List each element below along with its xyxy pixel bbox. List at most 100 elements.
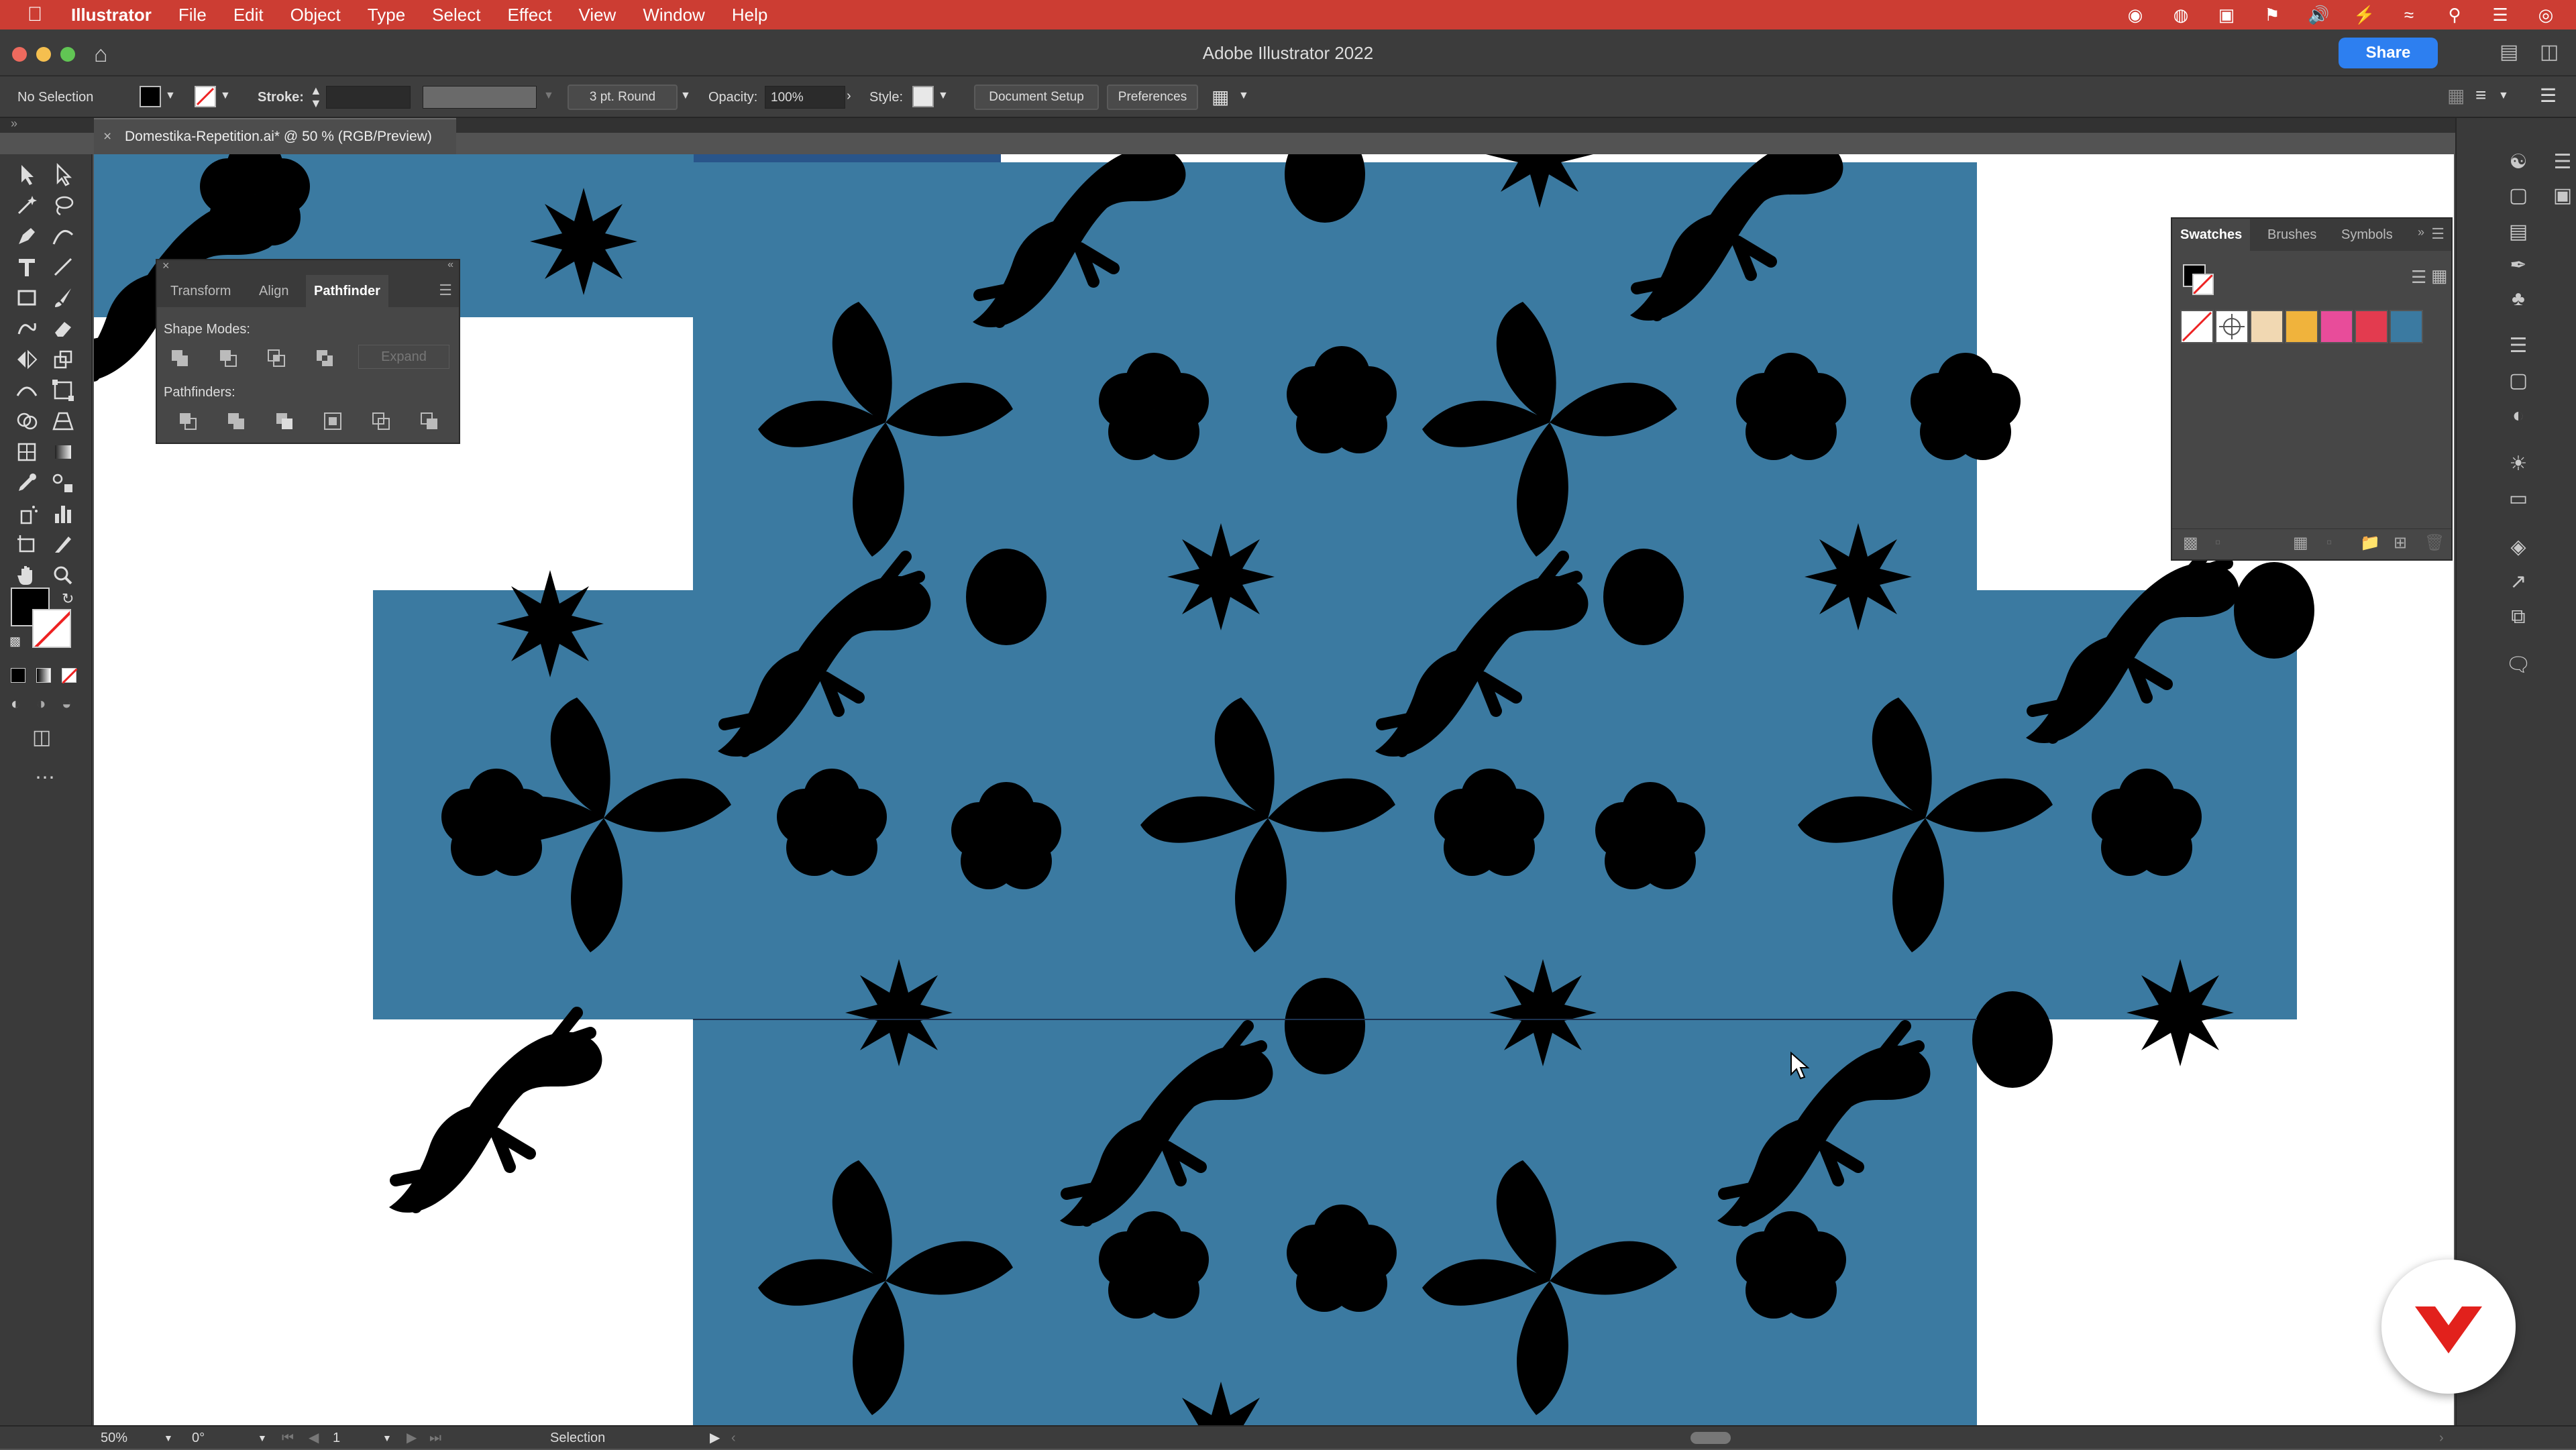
previous-artboard-icon[interactable]: ◀ bbox=[309, 1427, 319, 1450]
shaper-tool-icon[interactable] bbox=[12, 314, 42, 343]
asset-export-icon[interactable]: ⧉ bbox=[2505, 604, 2532, 630]
screen-mode-icon[interactable]: ◫ bbox=[32, 726, 51, 749]
close-document-icon[interactable]: × bbox=[103, 119, 111, 154]
input-flag-icon[interactable]: ⚑ bbox=[2262, 5, 2282, 25]
selection-tool-icon[interactable] bbox=[12, 160, 42, 189]
pathfinder-panel-header[interactable]: × « bbox=[157, 259, 459, 275]
gradient-tool-icon[interactable] bbox=[48, 437, 78, 467]
share-button[interactable]: Share bbox=[2339, 38, 2438, 68]
graphic-style-swatch[interactable] bbox=[912, 86, 934, 107]
artboard-dropdown-icon[interactable]: ▼ bbox=[382, 1427, 392, 1450]
mesh-tool-icon[interactable] bbox=[12, 437, 42, 467]
type-tool-icon[interactable] bbox=[12, 252, 42, 282]
curvature-tool-icon[interactable] bbox=[48, 221, 78, 251]
divide-icon[interactable] bbox=[177, 410, 199, 432]
stroke-dropdown-icon[interactable]: ▼ bbox=[220, 90, 231, 102]
reflect-tool-icon[interactable] bbox=[12, 345, 42, 374]
artboards-icon[interactable]: ▤ bbox=[2505, 219, 2532, 245]
slice-tool-icon[interactable] bbox=[48, 530, 78, 559]
symbol-sprayer-tool-icon[interactable] bbox=[12, 499, 42, 528]
appearance-icon[interactable]: ☀ bbox=[2505, 451, 2532, 478]
stroke-color-box[interactable] bbox=[32, 609, 71, 648]
expand-button[interactable]: Expand bbox=[358, 345, 449, 369]
trim-icon[interactable] bbox=[225, 410, 247, 432]
stroke-label[interactable]: Stroke: bbox=[258, 76, 304, 118]
collapse-panel-icon[interactable]: « bbox=[447, 259, 453, 271]
swatch-blue[interactable] bbox=[2390, 310, 2423, 343]
new-group-icon[interactable]: 📁 bbox=[2360, 533, 2380, 553]
rotation-value[interactable]: 0° bbox=[192, 1427, 205, 1450]
eyedropper-tool-icon[interactable] bbox=[12, 468, 42, 498]
grid-view-icon[interactable]: ▦ bbox=[2431, 266, 2448, 286]
swatch-none[interactable] bbox=[2180, 310, 2214, 343]
workspace-switcher-icon[interactable]: ◫ bbox=[2540, 40, 2559, 64]
swatch-yellow[interactable] bbox=[2285, 310, 2318, 343]
links-icon[interactable]: ▣ bbox=[2549, 182, 2576, 209]
bluetooth-icon[interactable]: ⚡ bbox=[2353, 5, 2375, 25]
free-transform-tool-icon[interactable] bbox=[48, 376, 78, 405]
menu-effect[interactable]: Effect bbox=[507, 5, 551, 25]
column-graph-tool-icon[interactable] bbox=[48, 499, 78, 528]
stroke-weight-stepper[interactable]: ▲ ▼ bbox=[310, 85, 322, 110]
panel-menu-icon[interactable]: ☰ bbox=[439, 282, 452, 299]
exclude-icon[interactable] bbox=[314, 347, 335, 369]
gradient-panel-icon[interactable]: ▢ bbox=[2505, 368, 2532, 394]
swatches-menu-icon[interactable]: ☰ bbox=[2431, 225, 2445, 243]
spotlight-search-icon[interactable]: ⚲ bbox=[2445, 5, 2465, 25]
outline-icon[interactable] bbox=[370, 410, 392, 432]
swatch-cream[interactable] bbox=[2250, 310, 2284, 343]
comments-icon[interactable]: 🗨 bbox=[2505, 652, 2532, 679]
creative-cloud-icon[interactable]: ◉ bbox=[2125, 5, 2145, 25]
swatch-pink[interactable] bbox=[2320, 310, 2353, 343]
minus-back-icon[interactable] bbox=[419, 410, 440, 432]
none-mode-icon[interactable] bbox=[61, 667, 78, 685]
align-to-icon[interactable]: ▦ bbox=[2447, 85, 2465, 107]
draw-inside-icon[interactable]: ◒ bbox=[62, 695, 72, 714]
menu-file[interactable]: File bbox=[178, 5, 207, 25]
place-swatch-icon[interactable]: ▫ bbox=[2215, 533, 2221, 552]
color-group-icon[interactable]: ▫ bbox=[2326, 533, 2332, 552]
scale-tool-icon[interactable] bbox=[48, 345, 78, 374]
swatch-registration[interactable] bbox=[2215, 310, 2249, 343]
distribute-dropdown-icon[interactable]: ▼ bbox=[2498, 90, 2509, 102]
tab-swatches[interactable]: Swatches bbox=[2172, 219, 2251, 251]
rectangle-tool-icon[interactable] bbox=[12, 283, 42, 313]
arrange-icon[interactable]: ▦ bbox=[1212, 86, 1229, 108]
graphic-styles-icon[interactable]: ▭ bbox=[2505, 486, 2532, 512]
variable-width-profile[interactable] bbox=[423, 86, 537, 109]
eraser-tool-icon[interactable] bbox=[48, 314, 78, 343]
export-icon[interactable]: ↗ bbox=[2505, 569, 2532, 596]
zoom-dropdown-icon[interactable]: ▼ bbox=[164, 1427, 173, 1450]
menu-app-name[interactable]: Illustrator bbox=[71, 5, 152, 25]
panel-toggle-icon[interactable]: ☰ bbox=[2549, 149, 2576, 176]
swatch-options-icon[interactable]: ▦ bbox=[2293, 533, 2308, 553]
swatch-stroke-indicator[interactable] bbox=[2192, 274, 2214, 295]
stroke-panel-icon[interactable]: ☰ bbox=[2505, 333, 2532, 359]
perspective-grid-tool-icon[interactable] bbox=[48, 406, 78, 436]
tab-pathfinder[interactable]: Pathfinder bbox=[306, 275, 388, 307]
tab-align[interactable]: Align bbox=[251, 275, 297, 307]
gradient-mode-icon[interactable] bbox=[36, 668, 51, 683]
brush-definition-field[interactable]: 3 pt. Round bbox=[568, 85, 678, 110]
status-menu-icon[interactable]: ▶ bbox=[710, 1427, 720, 1450]
document-tab[interactable]: × Domestika-Repetition.ai* @ 50 % (RGB/P… bbox=[94, 118, 456, 154]
menu-window[interactable]: Window bbox=[643, 5, 704, 25]
artboard-number[interactable]: 1 bbox=[333, 1427, 340, 1450]
line-segment-tool-icon[interactable] bbox=[48, 252, 78, 282]
collapse-swatches-icon[interactable]: » bbox=[2418, 225, 2424, 239]
tab-transform[interactable]: Transform bbox=[162, 275, 239, 307]
brushes-icon[interactable]: ✒ bbox=[2505, 252, 2532, 279]
crop-icon[interactable] bbox=[322, 410, 343, 432]
swatch-red[interactable] bbox=[2355, 310, 2388, 343]
paintbrush-tool-icon[interactable] bbox=[48, 283, 78, 313]
width-tool-icon[interactable] bbox=[12, 376, 42, 405]
draw-normal-icon[interactable]: ◐ bbox=[11, 695, 21, 714]
menu-select[interactable]: Select bbox=[432, 5, 480, 25]
distribute-icon[interactable]: ≡ bbox=[2475, 85, 2486, 106]
symbols-icon[interactable]: ♣ bbox=[2505, 286, 2532, 313]
minus-front-icon[interactable] bbox=[217, 347, 239, 369]
opacity-label[interactable]: Opacity: bbox=[708, 76, 757, 118]
swap-fill-stroke-icon[interactable]: ↻ bbox=[62, 590, 74, 608]
collapse-toolbar-icon[interactable]: » bbox=[11, 117, 17, 131]
draw-behind-icon[interactable]: ◑ bbox=[36, 695, 46, 714]
